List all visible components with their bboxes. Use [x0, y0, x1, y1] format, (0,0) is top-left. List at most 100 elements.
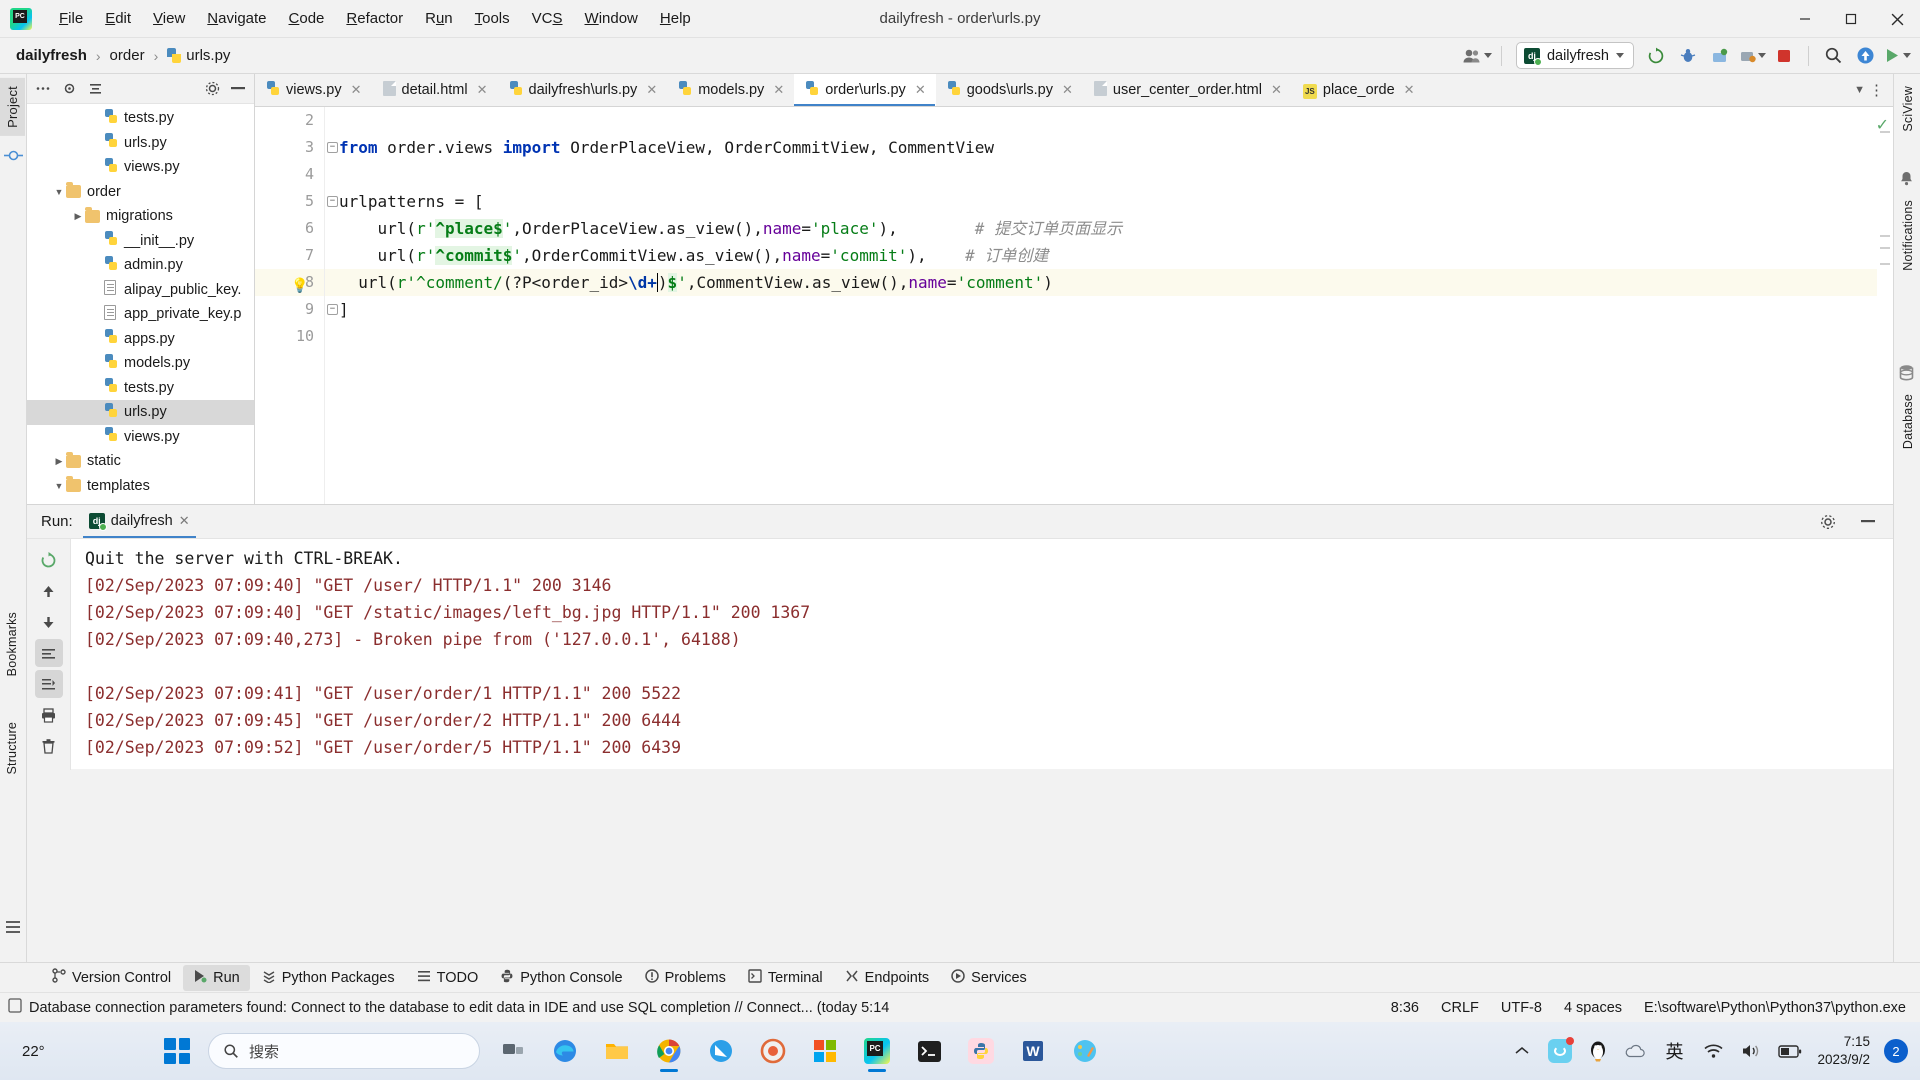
indent-setting[interactable]: 4 spaces	[1564, 1000, 1622, 1016]
pycharm-icon[interactable]: PC	[858, 1032, 896, 1070]
file-encoding[interactable]: UTF-8	[1501, 1000, 1542, 1016]
tree-item[interactable]: ▼ order	[27, 180, 254, 205]
tree-item[interactable]: urls.py	[27, 400, 254, 425]
hide-run-panel-icon[interactable]	[1853, 508, 1883, 536]
collapse-icon[interactable]	[31, 78, 55, 100]
tree-item[interactable]: ▼ templates	[27, 474, 254, 499]
tree-item[interactable]: ▶ static	[27, 449, 254, 474]
tab-options-icon[interactable]: ⋮	[1869, 81, 1885, 99]
profile-icon[interactable]	[1737, 42, 1767, 70]
code-line[interactable]	[325, 323, 1893, 350]
line-separator[interactable]: CRLF	[1441, 1000, 1479, 1016]
store-icon[interactable]	[806, 1032, 844, 1070]
python-icon[interactable]	[962, 1032, 1000, 1070]
editor-tab[interactable]: user_center_order.html ✕	[1083, 74, 1292, 106]
structure-tab[interactable]: Structure	[0, 714, 24, 783]
code-line[interactable]	[325, 161, 1893, 188]
scroll-to-end-icon[interactable]	[34, 670, 63, 698]
commit-icon[interactable]	[4, 146, 23, 170]
tab-close-icon[interactable]: ✕	[1271, 82, 1282, 98]
browser-icon[interactable]	[754, 1032, 792, 1070]
file-explorer-icon[interactable]	[598, 1032, 636, 1070]
breadcrumb-file[interactable]: urls.py	[163, 45, 234, 66]
code-line[interactable]: − from order.views import OrderPlaceView,…	[325, 134, 1893, 161]
tree-item[interactable]: app_private_key.p	[27, 302, 254, 327]
tree-item[interactable]: urls.py	[27, 131, 254, 156]
bottom-tab[interactable]: Python Console	[490, 965, 632, 991]
code-content[interactable]: − from order.views import OrderPlaceView,…	[325, 107, 1893, 504]
code-fold-icon[interactable]: −	[327, 196, 338, 207]
bottom-tab[interactable]: Terminal	[738, 965, 833, 991]
notification-badge[interactable]: 2	[1884, 1039, 1908, 1063]
code-line[interactable]: url(r'^place$',OrderPlaceView.as_view(),…	[325, 215, 1893, 242]
tree-item[interactable]: admin.py	[27, 253, 254, 278]
tab-close-icon[interactable]: ✕	[1062, 82, 1073, 98]
app-icon[interactable]	[1547, 1032, 1575, 1070]
menu-help[interactable]: Help	[649, 6, 702, 31]
code-fold-icon[interactable]: −	[327, 304, 338, 315]
chevron-icon[interactable]: ▶	[52, 456, 66, 467]
tab-close-icon[interactable]: ✕	[773, 82, 784, 98]
ime-icon[interactable]: 英	[1661, 1032, 1687, 1070]
notifications-bell-icon[interactable]	[1898, 170, 1915, 192]
code-line[interactable]: url(r'^commit$',OrderCommitView.as_view(…	[325, 242, 1893, 269]
editor-scrollbar[interactable]: ✓	[1876, 107, 1893, 504]
run-configuration-selector[interactable]: dj dailyfresh	[1515, 42, 1634, 69]
tree-item[interactable]: models.py	[27, 351, 254, 376]
start-button[interactable]	[160, 1034, 194, 1068]
chevron-icon[interactable]: ▶	[71, 211, 85, 222]
bottom-tab[interactable]: Problems	[635, 965, 736, 991]
bottom-tab[interactable]: Python Packages	[252, 965, 405, 991]
tab-close-icon[interactable]: ✕	[351, 82, 362, 98]
menu-tools[interactable]: Tools	[464, 6, 521, 31]
tab-close-icon[interactable]: ✕	[477, 82, 488, 98]
menu-refactor[interactable]: Refactor	[335, 6, 414, 31]
tool-tab-project[interactable]: Project	[0, 78, 25, 136]
collapse-all-icon[interactable]	[83, 78, 107, 100]
user-avatar-icon[interactable]	[1462, 42, 1492, 70]
editor-tab[interactable]: order\urls.py ✕	[794, 74, 936, 106]
editor-tab[interactable]: dailyfresh\urls.py ✕	[498, 74, 668, 106]
tab-close-icon[interactable]: ✕	[646, 82, 657, 98]
taskbar-search-input[interactable]: 搜索	[208, 1033, 480, 1069]
chrome-icon[interactable]	[650, 1032, 688, 1070]
menu-vcs[interactable]: VCS	[521, 6, 574, 31]
battery-icon[interactable]	[1777, 1032, 1803, 1070]
print-icon[interactable]	[35, 701, 63, 729]
scroll-down-icon[interactable]	[35, 608, 63, 636]
editor-tab[interactable]: views.py ✕	[255, 74, 372, 106]
tab-list-chevron-icon[interactable]: ▼	[1854, 84, 1865, 96]
menu-window[interactable]: Window	[574, 6, 649, 31]
bottom-tab[interactable]: Endpoints	[835, 965, 940, 991]
editor-tab[interactable]: detail.html ✕	[372, 74, 498, 106]
tool-tab-sciview[interactable]: SciView	[1896, 78, 1920, 140]
soft-wrap-icon[interactable]	[34, 639, 63, 667]
rerun-icon[interactable]	[35, 546, 63, 574]
code-editor[interactable]: 2 3 4 5 6 7 💡 8 9 10 − from order.views import Ord…	[255, 107, 1893, 504]
cloud-icon[interactable]	[1623, 1032, 1647, 1070]
chevron-up-icon[interactable]	[1511, 1032, 1533, 1070]
tree-item[interactable]: tests.py	[27, 106, 254, 131]
run-icon[interactable]	[1882, 42, 1912, 70]
maximize-button[interactable]	[1828, 0, 1874, 38]
weather-widget[interactable]: 22°	[22, 1043, 45, 1060]
wifi-icon[interactable]	[1701, 1032, 1725, 1070]
breadcrumb-folder[interactable]: order	[106, 45, 149, 66]
firefox-icon[interactable]	[702, 1032, 740, 1070]
breadcrumb-project[interactable]: dailyfresh	[12, 45, 91, 66]
edge-icon[interactable]	[546, 1032, 584, 1070]
tree-item[interactable]: views.py	[27, 155, 254, 180]
editor-tab[interactable]: JS place_orde ✕	[1292, 74, 1425, 106]
tab-close-icon[interactable]: ✕	[1404, 82, 1415, 98]
bottom-tab[interactable]: Version Control	[42, 964, 181, 991]
hide-pane-icon[interactable]	[226, 78, 250, 100]
tab-close-icon[interactable]: ✕	[915, 82, 926, 98]
tool-tab-notifications[interactable]: Notifications	[1896, 192, 1920, 279]
menu-run[interactable]: Run	[414, 6, 464, 31]
tree-item[interactable]: tests.py	[27, 376, 254, 401]
scroll-up-icon[interactable]	[35, 577, 63, 605]
code-fold-icon[interactable]: −	[327, 142, 338, 153]
menu-view[interactable]: View	[142, 6, 196, 31]
run-settings-gear-icon[interactable]	[1813, 508, 1843, 536]
editor-tab[interactable]: models.py ✕	[667, 74, 794, 106]
